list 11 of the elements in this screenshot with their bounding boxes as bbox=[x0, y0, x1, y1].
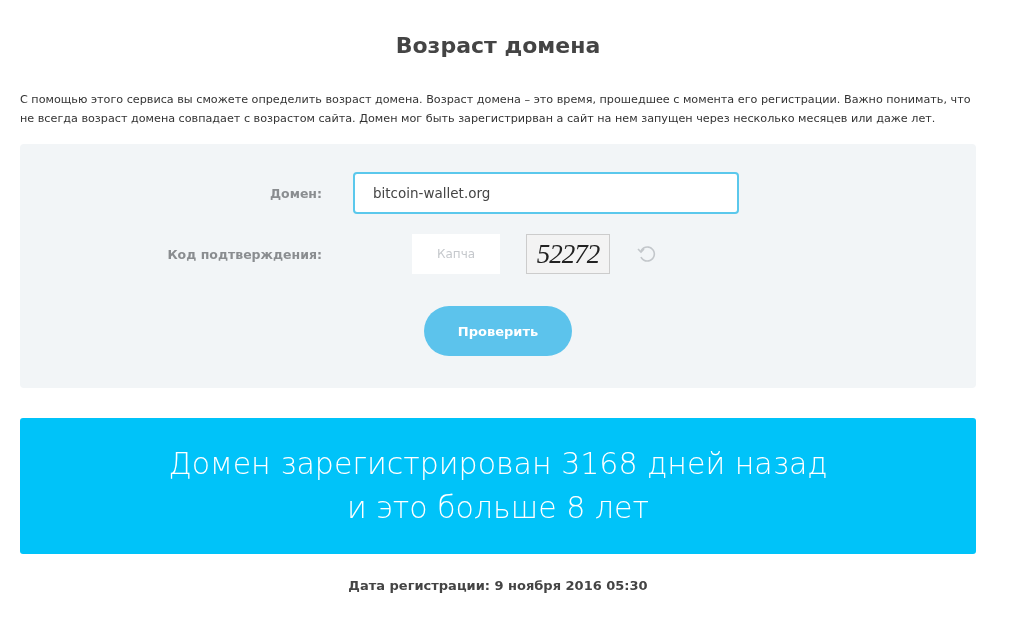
captcha-label: Код подтверждения: bbox=[166, 246, 322, 262]
description-text: С помощью этого сервиса вы сможете определить возраст домена. Возраст домена – это время, прошедшее с момента его регистрации. Важно понимать, что не всегда возраст домена совпадает с возрастом сайта. Домен мог быть зарегистрирван а сайт на нем запущен через несколько месяцев или даже лет. bbox=[20, 92, 972, 127]
result-text: и это больше 8 лет bbox=[347, 489, 649, 527]
captcha-image: 52272 bbox=[526, 234, 610, 274]
refresh-icon[interactable] bbox=[636, 243, 658, 265]
result-text: Домен зарегистрирован 3168 дней назад bbox=[168, 445, 828, 483]
captcha-input[interactable]: Капча bbox=[412, 234, 500, 274]
page-title: Возраст домена bbox=[394, 32, 602, 60]
domain-input[interactable]: bitcoin-wallet.org bbox=[353, 172, 739, 214]
domain-label: Домен: bbox=[268, 185, 322, 201]
registration-date: Дата регистрации: 9 ноября 2016 05:30 bbox=[347, 578, 649, 593]
